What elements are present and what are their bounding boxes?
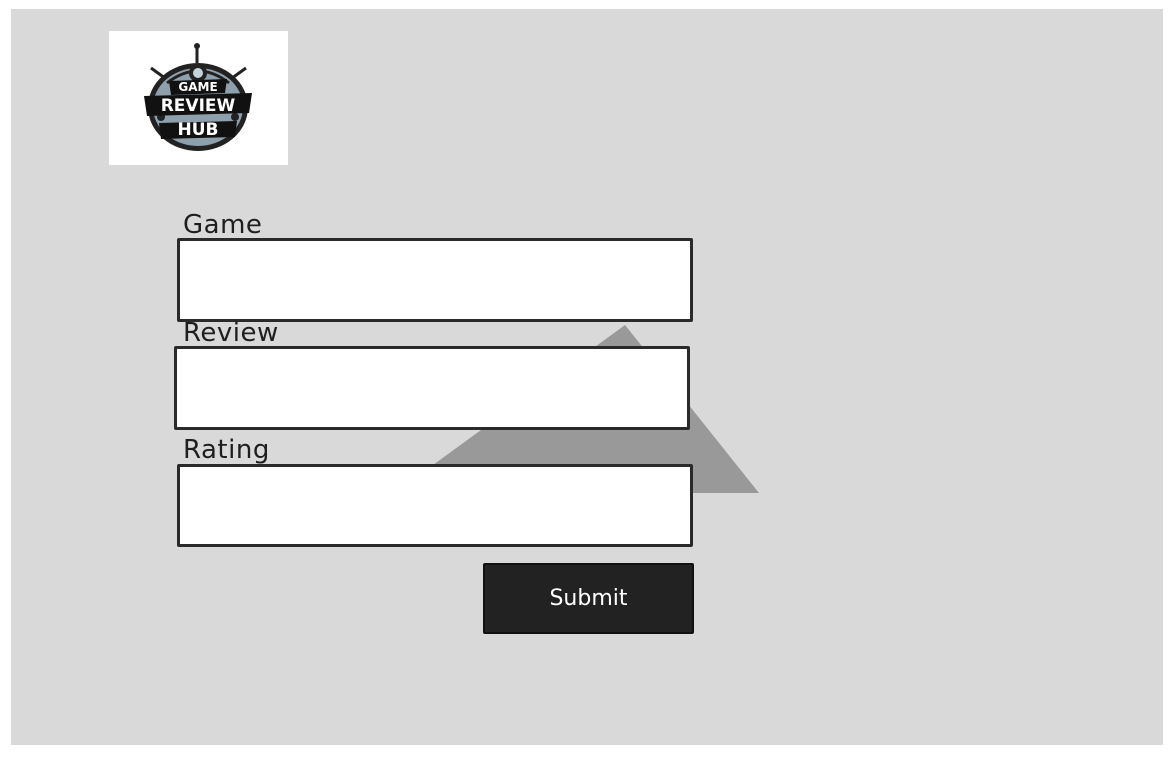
game-input[interactable] bbox=[177, 238, 693, 322]
review-label: Review bbox=[183, 318, 279, 348]
review-input[interactable] bbox=[174, 346, 690, 430]
logo[interactable]: GAME REVIEW HUB bbox=[109, 31, 288, 165]
svg-text:GAME: GAME bbox=[178, 80, 217, 94]
rating-input[interactable] bbox=[177, 464, 693, 547]
game-label: Game bbox=[183, 210, 263, 240]
svg-text:HUB: HUB bbox=[178, 120, 219, 140]
submit-button[interactable]: Submit bbox=[483, 563, 694, 634]
game-review-hub-logo-icon: GAME REVIEW HUB bbox=[144, 43, 252, 151]
svg-text:REVIEW: REVIEW bbox=[161, 96, 236, 116]
rating-label: Rating bbox=[183, 435, 270, 465]
